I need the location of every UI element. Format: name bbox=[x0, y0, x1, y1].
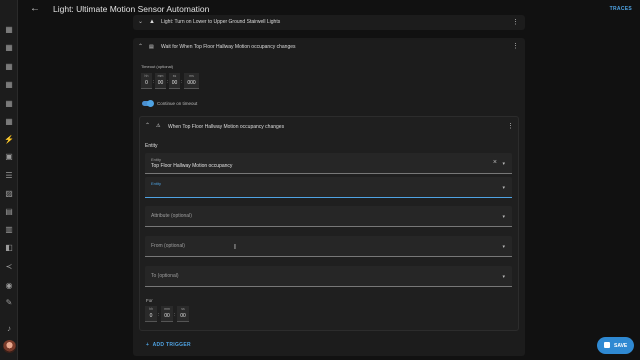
from-field[interactable]: From (optional) ▾ bbox=[145, 236, 512, 257]
vscode-icon[interactable]: ≺ bbox=[4, 262, 14, 272]
chevron-up-icon[interactable]: ⌃ bbox=[138, 43, 143, 50]
chart-icon[interactable]: ▨ bbox=[4, 189, 14, 199]
dropdown-arrow-icon[interactable]: ▾ bbox=[502, 214, 505, 220]
entity-field-2[interactable]: Entity ▾ bbox=[145, 177, 512, 198]
trigger-label: When Top Floor Hallway Motion occupancy … bbox=[168, 124, 285, 130]
dashboard-icon[interactable]: ▦ bbox=[4, 43, 14, 53]
hacs-icon[interactable]: ◉ bbox=[4, 281, 14, 291]
dashboard-icon[interactable]: ▦ bbox=[4, 25, 14, 35]
wrench-icon[interactable]: ✎ bbox=[4, 298, 14, 308]
dropdown-arrow-icon[interactable]: ▾ bbox=[502, 244, 505, 250]
warning-icon: ⚠ bbox=[156, 123, 161, 129]
entity-field[interactable]: Entity Top Floor Hallway Motion occupanc… bbox=[145, 153, 512, 174]
timeout-hours[interactable]: hh 0 bbox=[141, 73, 152, 89]
avatar[interactable] bbox=[3, 340, 16, 353]
dropdown-arrow-icon[interactable]: ▾ bbox=[502, 161, 505, 167]
entity-heading: Entity bbox=[145, 143, 158, 149]
dashboard-icon[interactable]: ▦ bbox=[4, 62, 14, 72]
add-trigger-button[interactable]: + ADD TRIGGER bbox=[146, 342, 191, 348]
timeout-seconds[interactable]: ss 00 bbox=[169, 73, 180, 89]
for-hours[interactable]: hh 0 bbox=[145, 306, 157, 322]
page-title: Light: Ultimate Motion Sensor Automation bbox=[53, 4, 210, 14]
for-seconds[interactable]: ss 00 bbox=[177, 306, 189, 322]
sidebar: ▦ ▦ ▦ ▦ ▦ ▦ ⚡ ▣ ☰ ▨ ▤ ▥ ◧ ≺ ◉ ✎ ♪ bbox=[0, 0, 18, 360]
continue-toggle-knob[interactable] bbox=[147, 99, 154, 107]
floppy-disk-icon bbox=[604, 342, 610, 348]
calendar-icon[interactable]: ▥ bbox=[4, 225, 14, 235]
dashboard-icon[interactable]: ▦ bbox=[4, 80, 14, 90]
dropdown-arrow-icon[interactable]: ▾ bbox=[502, 274, 505, 280]
action-label: Wait for When Top Floor Hallway Motion o… bbox=[161, 44, 296, 50]
dashboard-icon[interactable]: ▦ bbox=[4, 117, 14, 127]
action-label: Light: Turn on Lower to Upper Ground Sta… bbox=[161, 19, 281, 25]
wait-icon: ▤ bbox=[149, 44, 154, 50]
media-icon[interactable]: ◧ bbox=[4, 243, 14, 253]
back-arrow-icon[interactable]: ← bbox=[30, 3, 40, 14]
more-vert-icon[interactable]: ⋮ bbox=[507, 123, 514, 130]
for-minutes[interactable]: mm 00 bbox=[161, 306, 173, 322]
to-field[interactable]: To (optional) ▾ bbox=[145, 266, 512, 287]
timeout-minutes[interactable]: mm 00 bbox=[155, 73, 166, 89]
more-vert-icon[interactable]: ⋮ bbox=[512, 19, 519, 26]
attribute-field[interactable]: Attribute (optional) ▾ bbox=[145, 206, 512, 227]
bell-icon[interactable]: ♪ bbox=[4, 324, 14, 334]
continue-label: Continue on timeout bbox=[157, 101, 198, 106]
dropdown-arrow-icon[interactable]: ▾ bbox=[502, 185, 505, 191]
text-cursor-icon: I bbox=[234, 244, 236, 251]
energy-icon[interactable]: ⚡ bbox=[4, 135, 14, 145]
for-label: For bbox=[146, 298, 153, 303]
more-vert-icon[interactable]: ⋮ bbox=[512, 43, 519, 50]
chevron-up-icon[interactable]: ⌃ bbox=[145, 122, 150, 129]
dashboard-icon[interactable]: ▦ bbox=[4, 99, 14, 109]
collapsed-action-card[interactable]: ⌄ ▲ Light: Turn on Lower to Upper Ground… bbox=[133, 15, 525, 30]
close-icon[interactable]: × bbox=[493, 159, 497, 166]
flash-icon: ▲ bbox=[149, 19, 155, 25]
timeout-label: Timeout (optional) bbox=[141, 64, 174, 69]
media-icon[interactable]: ▤ bbox=[4, 207, 14, 217]
chevron-down-icon[interactable]: ⌄ bbox=[138, 18, 143, 25]
badge-icon[interactable]: ▣ bbox=[4, 152, 14, 162]
timeout-milliseconds[interactable]: ms 000 bbox=[184, 73, 199, 89]
traces-button[interactable]: TRACES bbox=[610, 6, 632, 12]
list-icon[interactable]: ☰ bbox=[4, 171, 14, 181]
save-button[interactable]: SAVE bbox=[597, 337, 634, 354]
